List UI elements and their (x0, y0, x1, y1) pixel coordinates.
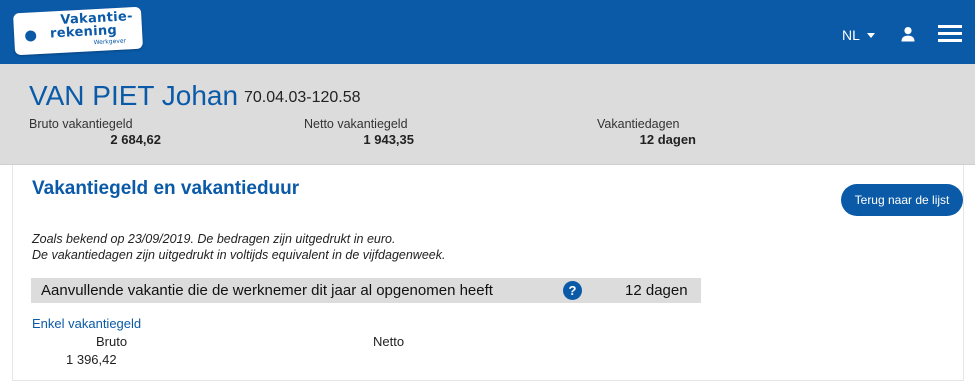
summary-days-label: Vakantiedagen (597, 117, 680, 131)
employee-name: VAN PIET Johan (29, 80, 239, 111)
back-to-list-button[interactable]: Terug naar de lijst (841, 184, 963, 216)
extra-leave-label: Aanvullende vakantie die de werknemer di… (41, 282, 493, 299)
summary-bruto-label: Bruto vakantiegeld (29, 117, 133, 131)
chevron-down-icon (866, 32, 875, 38)
extra-leave-value: 12 dagen (625, 282, 688, 299)
summary-netto-value: 1 943,35 (363, 132, 414, 147)
employee-id: 70.04.03-120.58 (244, 89, 361, 106)
summary-netto: Netto vakantiegeld 1 943,35 (304, 117, 414, 147)
language-selector[interactable]: NL (842, 27, 875, 43)
bruto-value: 1 396,42 (66, 352, 117, 367)
extra-leave-row: Aanvullende vakantie die de werknemer di… (31, 278, 701, 303)
info-note-line2: De vakantiedagen zijn uitgedrukt in volt… (32, 248, 446, 262)
help-icon[interactable]: ? (563, 281, 582, 300)
netto-header: Netto (373, 334, 405, 349)
menu-icon[interactable] (938, 25, 962, 43)
summary-days: Vakantiedagen 12 dagen (597, 117, 696, 147)
summary-bruto-value: 2 684,62 (110, 132, 161, 147)
top-bar: Vakantie- rekening Werkgever NL (0, 0, 975, 64)
info-note: Zoals bekend op 23/09/2019. De bedragen … (32, 231, 445, 263)
section-title: Vakantiegeld en vakantieduur (32, 178, 300, 199)
summary-netto-label: Netto vakantiegeld (304, 117, 408, 131)
info-note-line1: Zoals bekend op 23/09/2019. De bedragen … (32, 232, 396, 246)
summary-bruto: Bruto vakantiegeld 2 684,62 (29, 117, 161, 147)
bruto-header: Bruto (96, 334, 128, 349)
language-label: NL (842, 27, 860, 43)
single-pay-title: Enkel vakantiegeld (32, 316, 142, 331)
logo-line3: Werkgever (93, 37, 127, 47)
main-content: Vakantiegeld en vakantieduur Terug naar … (12, 165, 964, 381)
employee-summary: VAN PIET Johan 70.04.03-120.58 Bruto vak… (0, 64, 975, 165)
vakantierekening-logo[interactable]: Vakantie- rekening Werkgever (12, 6, 144, 56)
summary-days-value: 12 dagen (639, 132, 696, 147)
logo-dot-icon (24, 30, 37, 42)
user-icon[interactable] (900, 26, 916, 42)
